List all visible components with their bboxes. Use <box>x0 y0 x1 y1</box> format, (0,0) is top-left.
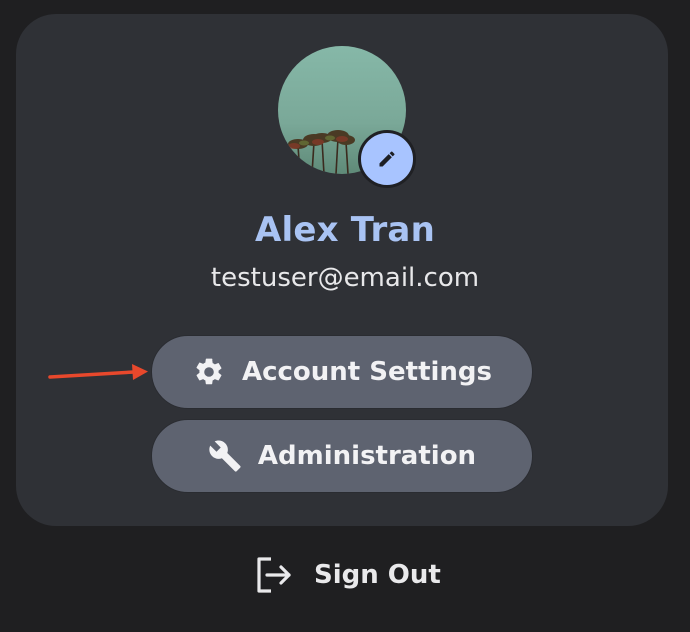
sign-out-label: Sign Out <box>314 560 441 590</box>
profile-menu: Alex Tran testuser@email.com Account Set… <box>0 0 690 632</box>
sign-out-button[interactable]: Sign Out <box>250 550 441 600</box>
account-settings-label: Account Settings <box>241 357 493 387</box>
annotation-arrow <box>48 364 148 380</box>
avatar-container <box>278 46 416 188</box>
user-email: testuser@email.com <box>210 263 480 293</box>
edit-avatar-button[interactable] <box>358 130 416 188</box>
administration-button[interactable]: Administration <box>151 419 533 493</box>
pencil-icon <box>379 151 395 167</box>
administration-label: Administration <box>257 441 477 471</box>
gear-icon <box>192 355 226 389</box>
wrench-icon <box>208 439 242 473</box>
account-settings-button[interactable]: Account Settings <box>151 335 533 409</box>
logout-icon <box>250 552 296 598</box>
user-name: Alex Tran <box>255 210 435 250</box>
